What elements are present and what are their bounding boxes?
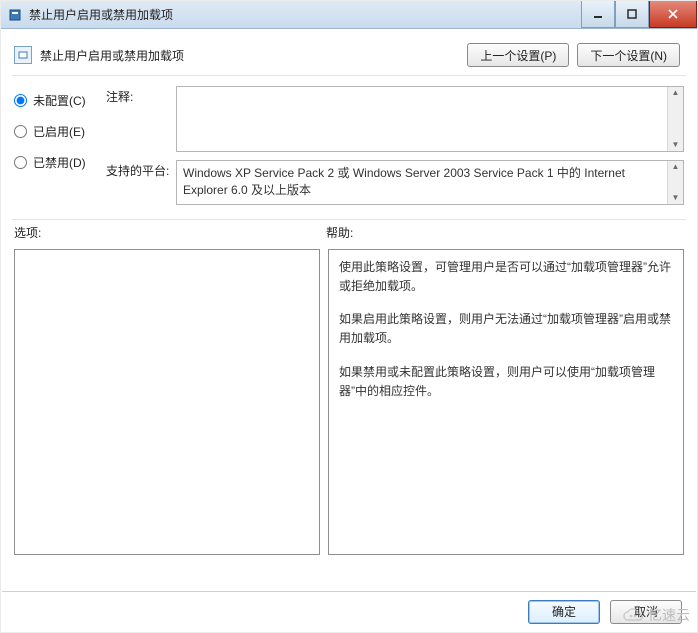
platform-scrollbar[interactable]: ▲ ▼ <box>667 161 683 204</box>
help-paragraph: 使用此策略设置，可管理用户是否可以通过“加载项管理器”允许或拒绝加载项。 <box>339 258 673 296</box>
maximize-icon <box>627 9 637 19</box>
close-icon <box>667 8 679 20</box>
scroll-up-icon: ▲ <box>672 163 680 171</box>
help-label: 帮助: <box>326 224 353 241</box>
help-paragraph: 如果启用此策略设置，则用户无法通过“加载项管理器”启用或禁用加载项。 <box>339 310 673 348</box>
minimize-icon <box>593 9 603 19</box>
radio-not-configured[interactable] <box>14 94 27 107</box>
platform-label: 支持的平台: <box>106 160 176 205</box>
minimize-button[interactable] <box>581 1 615 28</box>
annotation-scrollbar[interactable]: ▲ ▼ <box>667 87 683 151</box>
annotation-textarea[interactable]: ▲ ▼ <box>176 86 684 152</box>
client-area: 禁止用户启用或禁用加载项 上一个设置(P) 下一个设置(N) 未配置(C) 已启… <box>2 29 696 631</box>
ok-button[interactable]: 确定 <box>528 600 600 624</box>
radio-disabled-label: 已禁用(D) <box>33 154 86 171</box>
radio-enabled[interactable] <box>14 125 27 138</box>
options-label: 选项: <box>14 224 326 241</box>
policy-title: 禁止用户启用或禁用加载项 <box>40 47 184 64</box>
radio-enabled-label: 已启用(E) <box>33 123 85 140</box>
cancel-button[interactable]: 取消 <box>610 600 682 624</box>
previous-setting-button[interactable]: 上一个设置(P) <box>467 43 569 67</box>
next-setting-button[interactable]: 下一个设置(N) <box>577 43 680 67</box>
dialog-button-bar: 确定 取消 <box>2 591 696 631</box>
configuration-area: 未配置(C) 已启用(E) 已禁用(D) 注释: ▲ ▼ <box>2 76 696 219</box>
radio-not-configured-label: 未配置(C) <box>33 92 86 109</box>
platform-value: Windows XP Service Pack 2 或 Windows Serv… <box>183 166 625 197</box>
scroll-down-icon: ▼ <box>672 141 680 149</box>
annotation-label: 注释: <box>106 86 176 152</box>
scroll-down-icon: ▼ <box>672 194 680 202</box>
scroll-up-icon: ▲ <box>672 89 680 97</box>
help-pane: 使用此策略设置，可管理用户是否可以通过“加载项管理器”允许或拒绝加载项。 如果启… <box>328 249 684 555</box>
window-titlebar: 禁止用户启用或禁用加载项 <box>1 1 697 29</box>
state-radio-group: 未配置(C) 已启用(E) 已禁用(D) <box>14 86 106 213</box>
window-title: 禁止用户启用或禁用加载项 <box>29 6 173 23</box>
section-labels: 选项: 帮助: <box>2 220 696 245</box>
radio-disabled[interactable] <box>14 156 27 169</box>
policy-header: 禁止用户启用或禁用加载项 上一个设置(P) 下一个设置(N) <box>2 29 696 75</box>
maximize-button[interactable] <box>615 1 649 28</box>
close-button[interactable] <box>649 1 697 28</box>
policy-icon <box>14 46 32 64</box>
panes-row: 使用此策略设置，可管理用户是否可以通过“加载项管理器”允许或拒绝加载项。 如果启… <box>2 245 696 563</box>
help-paragraph: 如果禁用或未配置此策略设置，则用户可以使用“加载项管理器”中的相应控件。 <box>339 363 673 401</box>
supported-platform-box: Windows XP Service Pack 2 或 Windows Serv… <box>176 160 684 205</box>
app-icon <box>7 7 23 23</box>
window-controls <box>581 1 697 28</box>
options-pane <box>14 249 320 555</box>
